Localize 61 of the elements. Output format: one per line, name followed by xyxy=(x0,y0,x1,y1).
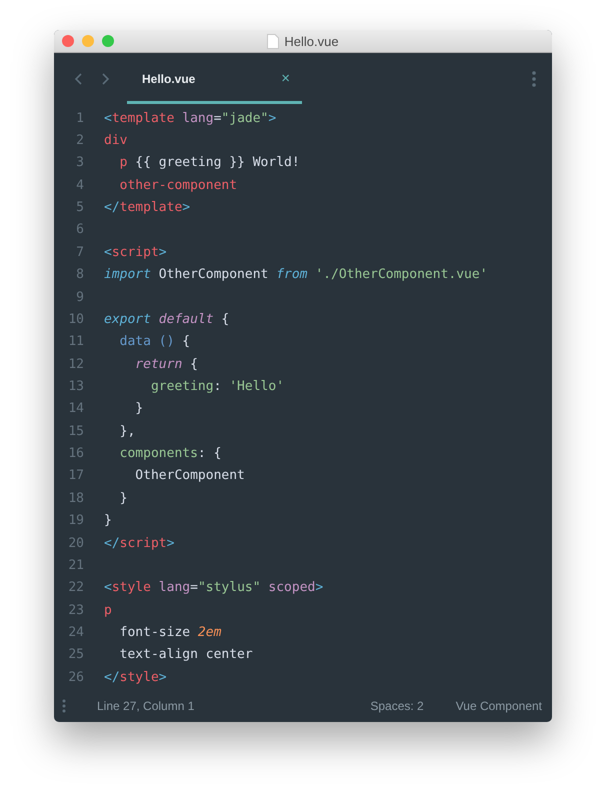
zoom-button[interactable] xyxy=(102,35,114,47)
code-line: } xyxy=(134,401,144,416)
line-number: 24 xyxy=(67,624,84,640)
code-line: components: { xyxy=(118,446,222,462)
code-line: data () { xyxy=(118,334,190,350)
line-number: 4 xyxy=(75,178,84,193)
window-title: Hello.vue xyxy=(284,34,339,48)
syntax-setting[interactable]: Vue Component xyxy=(456,699,542,713)
menu-icon[interactable] xyxy=(62,699,66,713)
line-number: 14 xyxy=(67,401,84,416)
line-number: 18 xyxy=(67,490,84,506)
code-line: }, xyxy=(118,424,136,439)
line-number: 10 xyxy=(67,312,84,327)
code-line: </script> xyxy=(104,536,174,550)
line-number: 11 xyxy=(67,334,84,350)
editor-tab[interactable]: Hello.vue × xyxy=(127,53,302,104)
line-number: 1 xyxy=(75,110,84,126)
line-number: 9 xyxy=(75,290,84,305)
more-icon[interactable] xyxy=(532,71,536,87)
line-number: 5 xyxy=(75,200,84,216)
indentation-setting[interactable]: Spaces: 2 xyxy=(370,699,424,713)
code-line: text-align center xyxy=(118,647,253,662)
line-number: 7 xyxy=(75,244,84,260)
line-number: 12 xyxy=(67,356,84,372)
code-line: </style> xyxy=(104,670,167,685)
code-line: OtherComponent xyxy=(134,468,245,484)
code-line: other-component xyxy=(118,178,238,193)
close-icon[interactable]: × xyxy=(281,70,290,87)
line-number: 23 xyxy=(67,602,84,618)
line-number: 3 xyxy=(75,155,84,170)
line-number: 21 xyxy=(67,558,84,573)
code-line: p {{ greeting }} World! xyxy=(118,155,300,170)
code-line: div xyxy=(104,133,128,148)
minimize-button[interactable] xyxy=(82,35,94,47)
document-icon xyxy=(267,34,280,48)
line-number: 8 xyxy=(75,267,84,282)
code-line: <style lang="stylus" scoped> xyxy=(104,580,324,596)
code-line: greeting: 'Hello' xyxy=(150,378,284,394)
code-line: return { xyxy=(134,356,198,372)
code-line: <script> xyxy=(104,244,167,260)
code-line: export default { xyxy=(104,312,230,327)
line-number: 22 xyxy=(67,580,84,596)
line-number: 6 xyxy=(75,222,84,238)
line-number: 17 xyxy=(67,468,84,484)
code-line: <template lang="jade"> xyxy=(104,110,276,126)
code-line: </template> xyxy=(104,200,190,216)
code-line: p xyxy=(104,602,112,618)
line-number: 26 xyxy=(67,670,84,685)
line-number: 25 xyxy=(67,647,84,662)
line-number: 19 xyxy=(67,513,84,528)
code-line: } xyxy=(104,513,112,528)
code-line: import OtherComponent from './OtherComponent.vue' xyxy=(104,267,488,282)
close-button[interactable] xyxy=(62,35,74,47)
line-number: 15 xyxy=(67,424,84,439)
line-number: 13 xyxy=(67,378,84,394)
line-number: 16 xyxy=(67,446,84,462)
line-number: 2 xyxy=(75,133,84,148)
cursor-position: Line 27, Column 1 xyxy=(97,699,196,713)
code-line: } xyxy=(118,490,128,506)
line-number: 20 xyxy=(67,536,84,550)
code-line: font-size 2em xyxy=(118,624,222,640)
